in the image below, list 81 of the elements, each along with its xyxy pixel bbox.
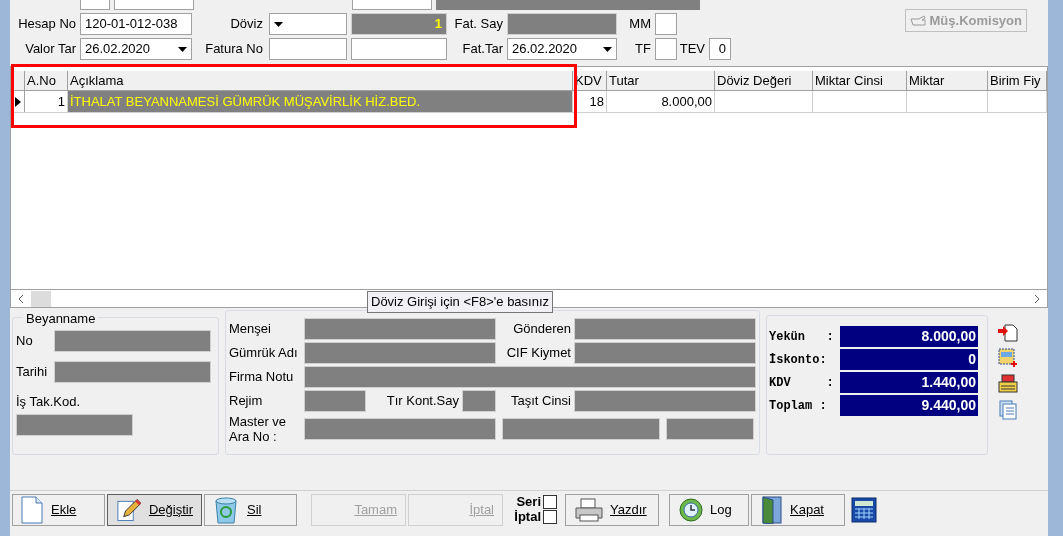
- toolbar-button[interactable]: Değiştir: [107, 493, 202, 526]
- toolbar-button[interactable]: Kapat: [751, 493, 845, 526]
- field-label: Fat. Say: [453, 15, 504, 34]
- total-value: 0: [840, 349, 978, 370]
- toolbar-button[interactable]: Ekle: [12, 493, 105, 526]
- image-add-icon[interactable]: [998, 348, 1018, 368]
- readonly-field: [462, 390, 496, 412]
- dropdown-field[interactable]: 26.02.2020: [507, 38, 617, 60]
- field-label: Gönderen: [512, 320, 572, 339]
- text-field[interactable]: [114, 0, 194, 10]
- total-label: KDV :: [769, 374, 835, 392]
- field-label: Döviz: [229, 15, 264, 34]
- text-field[interactable]: [80, 0, 110, 10]
- export-document-icon[interactable]: [998, 322, 1018, 342]
- total-value: 1.440,00: [840, 372, 978, 393]
- field-label: Valor Tar: [24, 40, 77, 59]
- checkbox-label: İptal: [513, 510, 541, 524]
- document-icon: [21, 495, 43, 524]
- dropdown-field[interactable]: [269, 13, 347, 35]
- scroll-thumb[interactable]: [31, 290, 51, 307]
- field-label: Fatura No: [204, 40, 264, 59]
- table-cell: 8.000,00: [607, 91, 715, 112]
- clock-refresh-icon: [678, 496, 704, 523]
- text-field[interactable]: [352, 0, 432, 10]
- text-field[interactable]: 0: [709, 38, 731, 60]
- column-header[interactable]: Birim Fiy: [988, 71, 1047, 90]
- checkbox[interactable]: [543, 510, 557, 524]
- field-label: Hesap No: [17, 15, 77, 34]
- table-cell: İTHALAT BEYANNAMESİ GÜMRÜK MÜŞAVİRLİK HİZ.BED.: [68, 91, 573, 112]
- checkbox[interactable]: [655, 13, 677, 35]
- field-label: Tarihi: [16, 363, 49, 382]
- pencil-document-icon: [116, 496, 141, 523]
- text-field[interactable]: [351, 38, 447, 60]
- text-field[interactable]: 120-01-012-038: [80, 13, 192, 35]
- document-list-icon[interactable]: [998, 400, 1018, 420]
- hand-icon: [909, 14, 926, 27]
- total-value: 8.000,00: [840, 326, 978, 347]
- column-header[interactable]: Açıklama: [68, 71, 573, 90]
- total-label: İskonto:: [769, 351, 828, 369]
- column-header[interactable]: A.No: [25, 71, 68, 90]
- field-label: Gümrük Adı: [229, 344, 299, 363]
- field-label: Menşei: [229, 320, 272, 339]
- table-cell: 18: [573, 91, 607, 112]
- text-field[interactable]: [269, 38, 347, 60]
- calculator-icon[interactable]: [851, 496, 877, 523]
- rate-field: 1: [351, 13, 447, 35]
- toolbar-button[interactable]: Yazdır: [565, 493, 659, 526]
- caret-icon: [603, 46, 612, 52]
- checkbox[interactable]: [655, 38, 677, 60]
- toolbar-button[interactable]: Sil: [204, 493, 297, 526]
- total-label: Yekün :: [769, 328, 835, 346]
- field-label: No: [16, 332, 34, 351]
- field-label: Firma Notu: [229, 368, 295, 387]
- cash-register-icon[interactable]: [998, 374, 1018, 394]
- field-label: TF: [634, 40, 652, 59]
- checkbox-label: Seri: [515, 495, 541, 509]
- total-label: Toplam :: [769, 397, 828, 415]
- caret-icon: [274, 21, 283, 27]
- caret-icon: [178, 46, 187, 52]
- door-icon: [760, 495, 784, 524]
- field-label: Master ve Ara No :: [229, 414, 288, 444]
- field-label: Fat.Tar: [461, 40, 504, 59]
- dropdown-field[interactable]: 26.02.2020: [80, 38, 192, 60]
- field-label: Rejim: [229, 392, 264, 411]
- total-value: 9.440,00: [840, 395, 978, 416]
- column-header[interactable]: Miktar Cinsi: [813, 71, 907, 90]
- field-label: TEV: [678, 40, 706, 59]
- tooltip: Döviz Girişi için <F8>'e basınız: [367, 291, 554, 313]
- printer-icon: [574, 497, 604, 522]
- readonly-field: [304, 390, 366, 412]
- recycle-bin-icon: [213, 495, 239, 524]
- column-header[interactable]: Miktar: [907, 71, 988, 90]
- column-header[interactable]: Döviz Değeri: [715, 71, 813, 90]
- checkbox[interactable]: [543, 495, 557, 509]
- field-label: Taşıt Cinsi: [510, 392, 572, 411]
- field-label: İş Tak.Kod.: [16, 393, 82, 411]
- column-header[interactable]: Tutar: [607, 71, 715, 90]
- field-label: Tır Kont.Say: [385, 392, 460, 411]
- field-label: CIF Kiymet: [505, 344, 572, 363]
- field-label: MM: [628, 15, 652, 34]
- toolbar-button[interactable]: Log: [669, 493, 749, 526]
